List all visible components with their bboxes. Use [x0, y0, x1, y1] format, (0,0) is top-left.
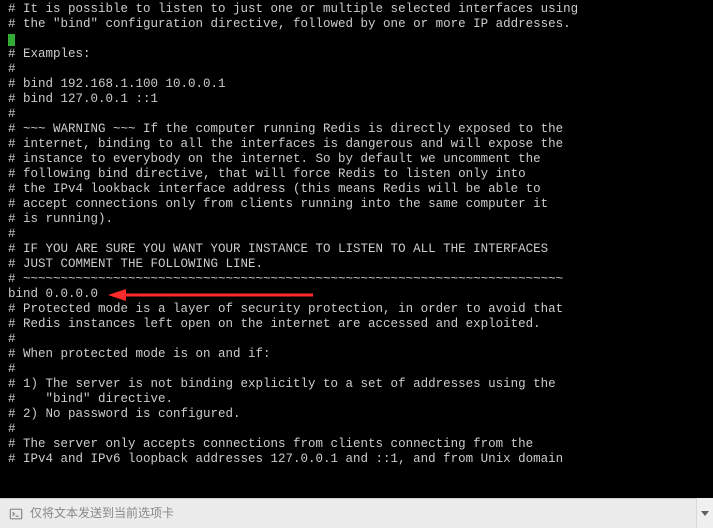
- status-bar-text: 仅将文本发送到当前选项卡: [30, 506, 174, 521]
- terminal-line: #: [8, 227, 709, 242]
- terminal-line: [8, 32, 709, 47]
- terminal-line: # the "bind" configuration directive, fo…: [8, 17, 709, 32]
- terminal-line: # IPv4 and IPv6 loopback addresses 127.0…: [8, 452, 709, 467]
- status-bar: 仅将文本发送到当前选项卡: [0, 498, 713, 528]
- terminal-line: # Examples:: [8, 47, 709, 62]
- terminal-line: # bind 127.0.0.1 ::1: [8, 92, 709, 107]
- chevron-down-icon: [697, 498, 713, 528]
- terminal-line: # ~~~ WARNING ~~~ If the computer runnin…: [8, 122, 709, 137]
- terminal-line: # Protected mode is a layer of security …: [8, 302, 709, 317]
- terminal-line: #: [8, 362, 709, 377]
- scrollbar-down-button[interactable]: [696, 498, 713, 528]
- terminal-line: # JUST COMMENT THE FOLLOWING LINE.: [8, 257, 709, 272]
- terminal-line: bind 0.0.0.0: [8, 287, 709, 302]
- terminal-line: #: [8, 107, 709, 122]
- terminal-line: # 1) The server is not binding explicitl…: [8, 377, 709, 392]
- terminal-line: # internet, binding to all the interface…: [8, 137, 709, 152]
- terminal-viewport[interactable]: # It is possible to listen to just one o…: [0, 0, 713, 498]
- terminal-line: # When protected mode is on and if:: [8, 347, 709, 362]
- terminal-line: # 2) No password is configured.: [8, 407, 709, 422]
- cursor-block: [8, 34, 15, 46]
- terminal-line: #: [8, 62, 709, 77]
- terminal-line: # It is possible to listen to just one o…: [8, 2, 709, 17]
- terminal-line: # the IPv4 lookback interface address (t…: [8, 182, 709, 197]
- terminal-line: # ~~~~~~~~~~~~~~~~~~~~~~~~~~~~~~~~~~~~~~…: [8, 272, 709, 287]
- terminal-line: # instance to everybody on the internet.…: [8, 152, 709, 167]
- terminal-line: # The server only accepts connections fr…: [8, 437, 709, 452]
- terminal-line: # Redis instances left open on the inter…: [8, 317, 709, 332]
- terminal-line: # accept connections only from clients r…: [8, 197, 709, 212]
- terminal-line: # following bind directive, that will fo…: [8, 167, 709, 182]
- terminal-line: #: [8, 332, 709, 347]
- terminal-line: # "bind" directive.: [8, 392, 709, 407]
- terminal-line: # IF YOU ARE SURE YOU WANT YOUR INSTANCE…: [8, 242, 709, 257]
- terminal-icon: [8, 506, 24, 522]
- terminal-line: #: [8, 422, 709, 437]
- terminal-line: # is running).: [8, 212, 709, 227]
- terminal-line: # bind 192.168.1.100 10.0.0.1: [8, 77, 709, 92]
